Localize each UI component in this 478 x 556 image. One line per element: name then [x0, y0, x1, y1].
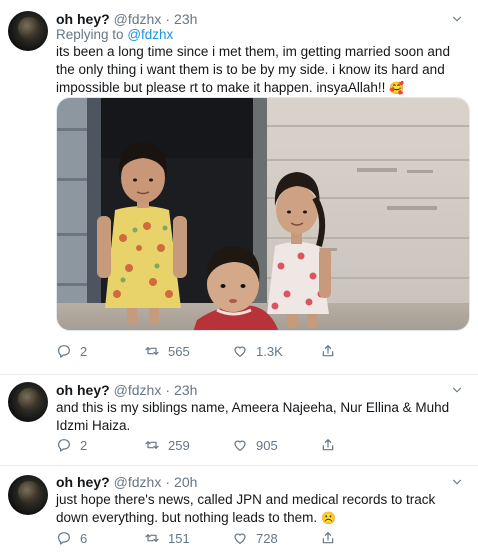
- tweet-actions: 2 259 905: [56, 436, 408, 454]
- retweet-icon: [144, 343, 160, 359]
- retweet-button[interactable]: 259: [144, 437, 232, 453]
- tweet-header: oh hey? @fdzhx · 23h: [56, 381, 197, 399]
- share-button[interactable]: [320, 343, 408, 359]
- tweet-actions: 6 151 728: [56, 529, 408, 547]
- chevron-down-icon[interactable]: [450, 12, 464, 26]
- retweet-icon: [144, 437, 160, 453]
- like-button[interactable]: 728: [232, 530, 320, 546]
- tweet-header: oh hey? @fdzhx · 23h: [56, 10, 197, 28]
- share-button[interactable]: [320, 437, 408, 453]
- tweet-text: its been a long time since i met them, i…: [56, 43, 464, 97]
- tweet-body: and this is my siblings name, Ameera Naj…: [56, 400, 450, 433]
- separator: ·: [165, 474, 171, 490]
- chevron-down-icon[interactable]: [450, 383, 464, 397]
- user-handle[interactable]: @fdzhx: [114, 382, 162, 398]
- tweet-1[interactable]: oh hey? @fdzhx · 23h Replying to @fdzhx …: [0, 0, 478, 374]
- replying-to: Replying to @fdzhx: [56, 27, 173, 42]
- tweet-body: just hope there's news, called JPN and m…: [56, 492, 436, 525]
- reply-icon: [56, 437, 72, 453]
- avatar[interactable]: [8, 475, 48, 515]
- tweet-header: oh hey? @fdzhx · 20h: [56, 473, 197, 491]
- reply-icon: [56, 530, 72, 546]
- separator: ·: [165, 382, 171, 398]
- timestamp[interactable]: 20h: [174, 474, 197, 490]
- share-icon: [320, 530, 336, 546]
- tweet-photo[interactable]: [56, 97, 470, 331]
- retweet-count: 565: [168, 343, 190, 359]
- like-button[interactable]: 1.3K: [232, 343, 320, 359]
- replying-to-label: Replying to: [56, 27, 124, 42]
- timestamp[interactable]: 23h: [174, 382, 197, 398]
- user-handle[interactable]: @fdzhx: [114, 11, 162, 27]
- reply-count: 2: [80, 343, 88, 359]
- share-icon: [320, 437, 336, 453]
- smiling-face-with-hearts-icon: 🥰: [389, 81, 405, 95]
- replying-to-handle[interactable]: @fdzhx: [127, 27, 173, 42]
- retweet-count: 259: [168, 437, 190, 453]
- reply-button[interactable]: 2: [56, 343, 144, 359]
- reply-count: 6: [80, 530, 88, 546]
- reply-count: 2: [80, 437, 88, 453]
- frowning-face-icon: ☹️: [320, 511, 336, 525]
- display-name[interactable]: oh hey?: [56, 474, 110, 490]
- avatar[interactable]: [8, 11, 48, 51]
- tweet-text: just hope there's news, called JPN and m…: [56, 491, 464, 527]
- tweet-3[interactable]: oh hey? @fdzhx · 20h just hope there's n…: [0, 466, 478, 556]
- like-button[interactable]: 905: [232, 437, 320, 453]
- display-name[interactable]: oh hey?: [56, 382, 110, 398]
- reply-button[interactable]: 6: [56, 530, 144, 546]
- chevron-down-icon[interactable]: [450, 475, 464, 489]
- like-count: 905: [256, 437, 278, 453]
- like-count: 728: [256, 530, 278, 546]
- retweet-button[interactable]: 151: [144, 530, 232, 546]
- user-handle[interactable]: @fdzhx: [114, 474, 162, 490]
- reply-icon: [56, 343, 72, 359]
- tweet-actions: 2 565 1.3K: [56, 342, 408, 360]
- timestamp[interactable]: 23h: [174, 11, 197, 27]
- share-icon: [320, 343, 336, 359]
- retweet-count: 151: [168, 530, 190, 546]
- tweet-text: and this is my siblings name, Ameera Naj…: [56, 399, 464, 435]
- retweet-button[interactable]: 565: [144, 343, 232, 359]
- heart-icon: [232, 530, 248, 546]
- heart-icon: [232, 343, 248, 359]
- like-count: 1.3K: [256, 343, 283, 359]
- tweet-2[interactable]: oh hey? @fdzhx · 23h and this is my sibl…: [0, 375, 478, 465]
- avatar[interactable]: [8, 382, 48, 422]
- reply-button[interactable]: 2: [56, 437, 144, 453]
- heart-icon: [232, 437, 248, 453]
- display-name[interactable]: oh hey?: [56, 11, 110, 27]
- retweet-icon: [144, 530, 160, 546]
- separator: ·: [165, 11, 171, 27]
- share-button[interactable]: [320, 530, 408, 546]
- children-photo-image: [57, 98, 469, 330]
